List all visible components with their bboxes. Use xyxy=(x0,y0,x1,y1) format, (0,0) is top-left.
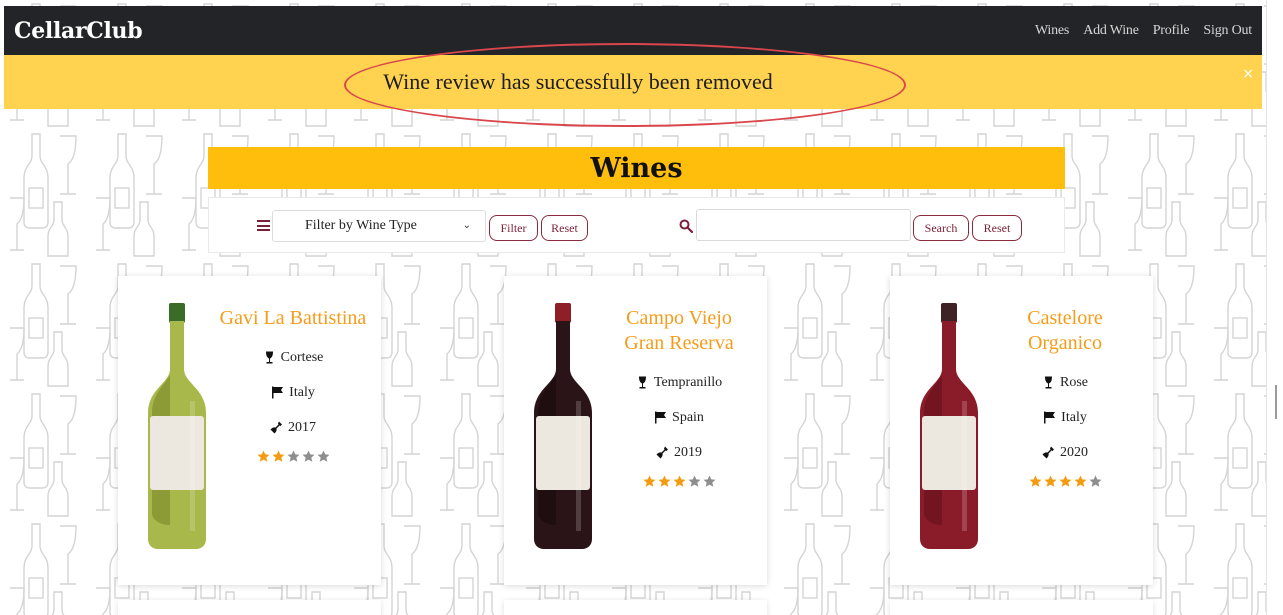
white-wine-bottle-icon xyxy=(146,301,208,551)
wine-card[interactable]: Campo Viejo Gran Reserva Tempranillo Spa… xyxy=(504,276,767,585)
wine-glass-icon xyxy=(265,351,273,364)
wine-country: Italy xyxy=(1043,407,1087,428)
nav-links: Wines Add Wine Profile Sign Out xyxy=(1035,23,1252,39)
chevron-down-icon: ⌄ xyxy=(462,220,471,231)
star-rating xyxy=(604,475,754,488)
flag-icon xyxy=(272,386,284,399)
star-empty-icon xyxy=(287,450,299,462)
star-empty-icon xyxy=(1089,475,1101,487)
wine-type-select-value: Filter by Wine Type xyxy=(305,218,417,233)
wine-card xyxy=(504,600,767,615)
wine-year: 2017 xyxy=(270,417,316,438)
star-empty-icon xyxy=(302,450,314,462)
star-filled-icon xyxy=(1059,475,1071,487)
scrollbar-thumb[interactable] xyxy=(1275,385,1277,419)
navbar: CellarClub Wines Add Wine Profile Sign O… xyxy=(4,6,1262,55)
page-title-bar: Wines xyxy=(208,147,1065,189)
star-filled-icon xyxy=(643,475,655,487)
nav-link-wines[interactable]: Wines xyxy=(1035,23,1069,39)
star-filled-icon xyxy=(272,450,284,462)
filter-button[interactable]: Filter xyxy=(489,215,538,241)
star-rating xyxy=(218,450,368,463)
wine-pattern-background: CellarClub Wines Add Wine Profile Sign O… xyxy=(0,0,1266,615)
wine-glass-icon xyxy=(1045,376,1052,389)
search-reset-button[interactable]: Reset xyxy=(972,215,1022,241)
wine-name[interactable]: Gavi La Battistina xyxy=(218,306,368,331)
wine-bottle-icon xyxy=(1042,446,1054,459)
success-alert: Wine review has successfully been remove… xyxy=(4,55,1262,109)
star-filled-icon xyxy=(673,475,685,487)
menu-icon xyxy=(257,220,270,231)
search-button[interactable]: Search xyxy=(913,215,969,241)
wine-type-select[interactable]: Filter by Wine Type ⌄ xyxy=(272,210,486,242)
star-rating xyxy=(990,475,1140,488)
wine-grape: Cortese xyxy=(263,347,323,368)
red-wine-bottle-icon xyxy=(532,301,594,551)
star-filled-icon xyxy=(1029,475,1041,487)
wine-card[interactable]: Gavi La Battistina Cortese Italy 2017 xyxy=(118,276,381,585)
search-input[interactable] xyxy=(696,209,911,241)
wine-name[interactable]: Campo Viejo Gran Reserva xyxy=(604,306,754,356)
wine-details: Rose Italy 2020 xyxy=(990,372,1140,463)
wine-info: Castelore Organico Rose Italy 2020 xyxy=(990,306,1140,488)
star-filled-icon xyxy=(658,475,670,487)
star-filled-icon xyxy=(257,450,269,462)
nav-link-add-wine[interactable]: Add Wine xyxy=(1083,23,1139,39)
wine-details: Tempranillo Spain 2019 xyxy=(604,372,754,463)
wine-country: Italy xyxy=(271,382,315,403)
scrollbar[interactable] xyxy=(1266,0,1283,615)
wine-country: Spain xyxy=(654,407,704,428)
star-empty-icon xyxy=(317,450,329,462)
close-icon[interactable]: × xyxy=(1242,66,1254,82)
wine-details: Cortese Italy 2017 xyxy=(218,347,368,438)
star-empty-icon xyxy=(703,475,715,487)
wine-bottle-icon xyxy=(270,421,282,434)
wine-card[interactable]: Castelore Organico Rose Italy 2020 xyxy=(890,276,1153,585)
star-filled-icon xyxy=(1044,475,1056,487)
rose-wine-bottle-icon xyxy=(918,301,980,551)
wine-card xyxy=(890,600,1153,615)
flag-icon xyxy=(655,411,667,424)
nav-link-sign-out[interactable]: Sign Out xyxy=(1203,23,1252,39)
wine-card xyxy=(118,600,381,615)
wine-info: Gavi La Battistina Cortese Italy 2017 xyxy=(218,306,368,463)
wine-year: 2020 xyxy=(1042,442,1088,463)
brand-logo[interactable]: CellarClub xyxy=(14,18,143,44)
wine-bottle-icon xyxy=(656,446,668,459)
wine-grape: Rose xyxy=(1042,372,1088,393)
filter-reset-button[interactable]: Reset xyxy=(541,215,588,241)
wine-year: 2019 xyxy=(656,442,702,463)
flag-icon xyxy=(1044,411,1056,424)
page-title: Wines xyxy=(590,152,683,184)
search-icon xyxy=(679,219,693,233)
wine-name[interactable]: Castelore Organico xyxy=(990,306,1140,356)
filter-search-bar: Filter by Wine Type ⌄ Filter Reset Searc… xyxy=(208,197,1065,253)
wine-glass-icon xyxy=(638,376,646,389)
star-empty-icon xyxy=(688,475,700,487)
alert-message: Wine review has successfully been remove… xyxy=(383,69,773,94)
wine-info: Campo Viejo Gran Reserva Tempranillo Spa… xyxy=(604,306,754,488)
wine-grape: Tempranillo xyxy=(636,372,722,393)
nav-link-profile[interactable]: Profile xyxy=(1153,23,1190,39)
star-filled-icon xyxy=(1074,475,1086,487)
